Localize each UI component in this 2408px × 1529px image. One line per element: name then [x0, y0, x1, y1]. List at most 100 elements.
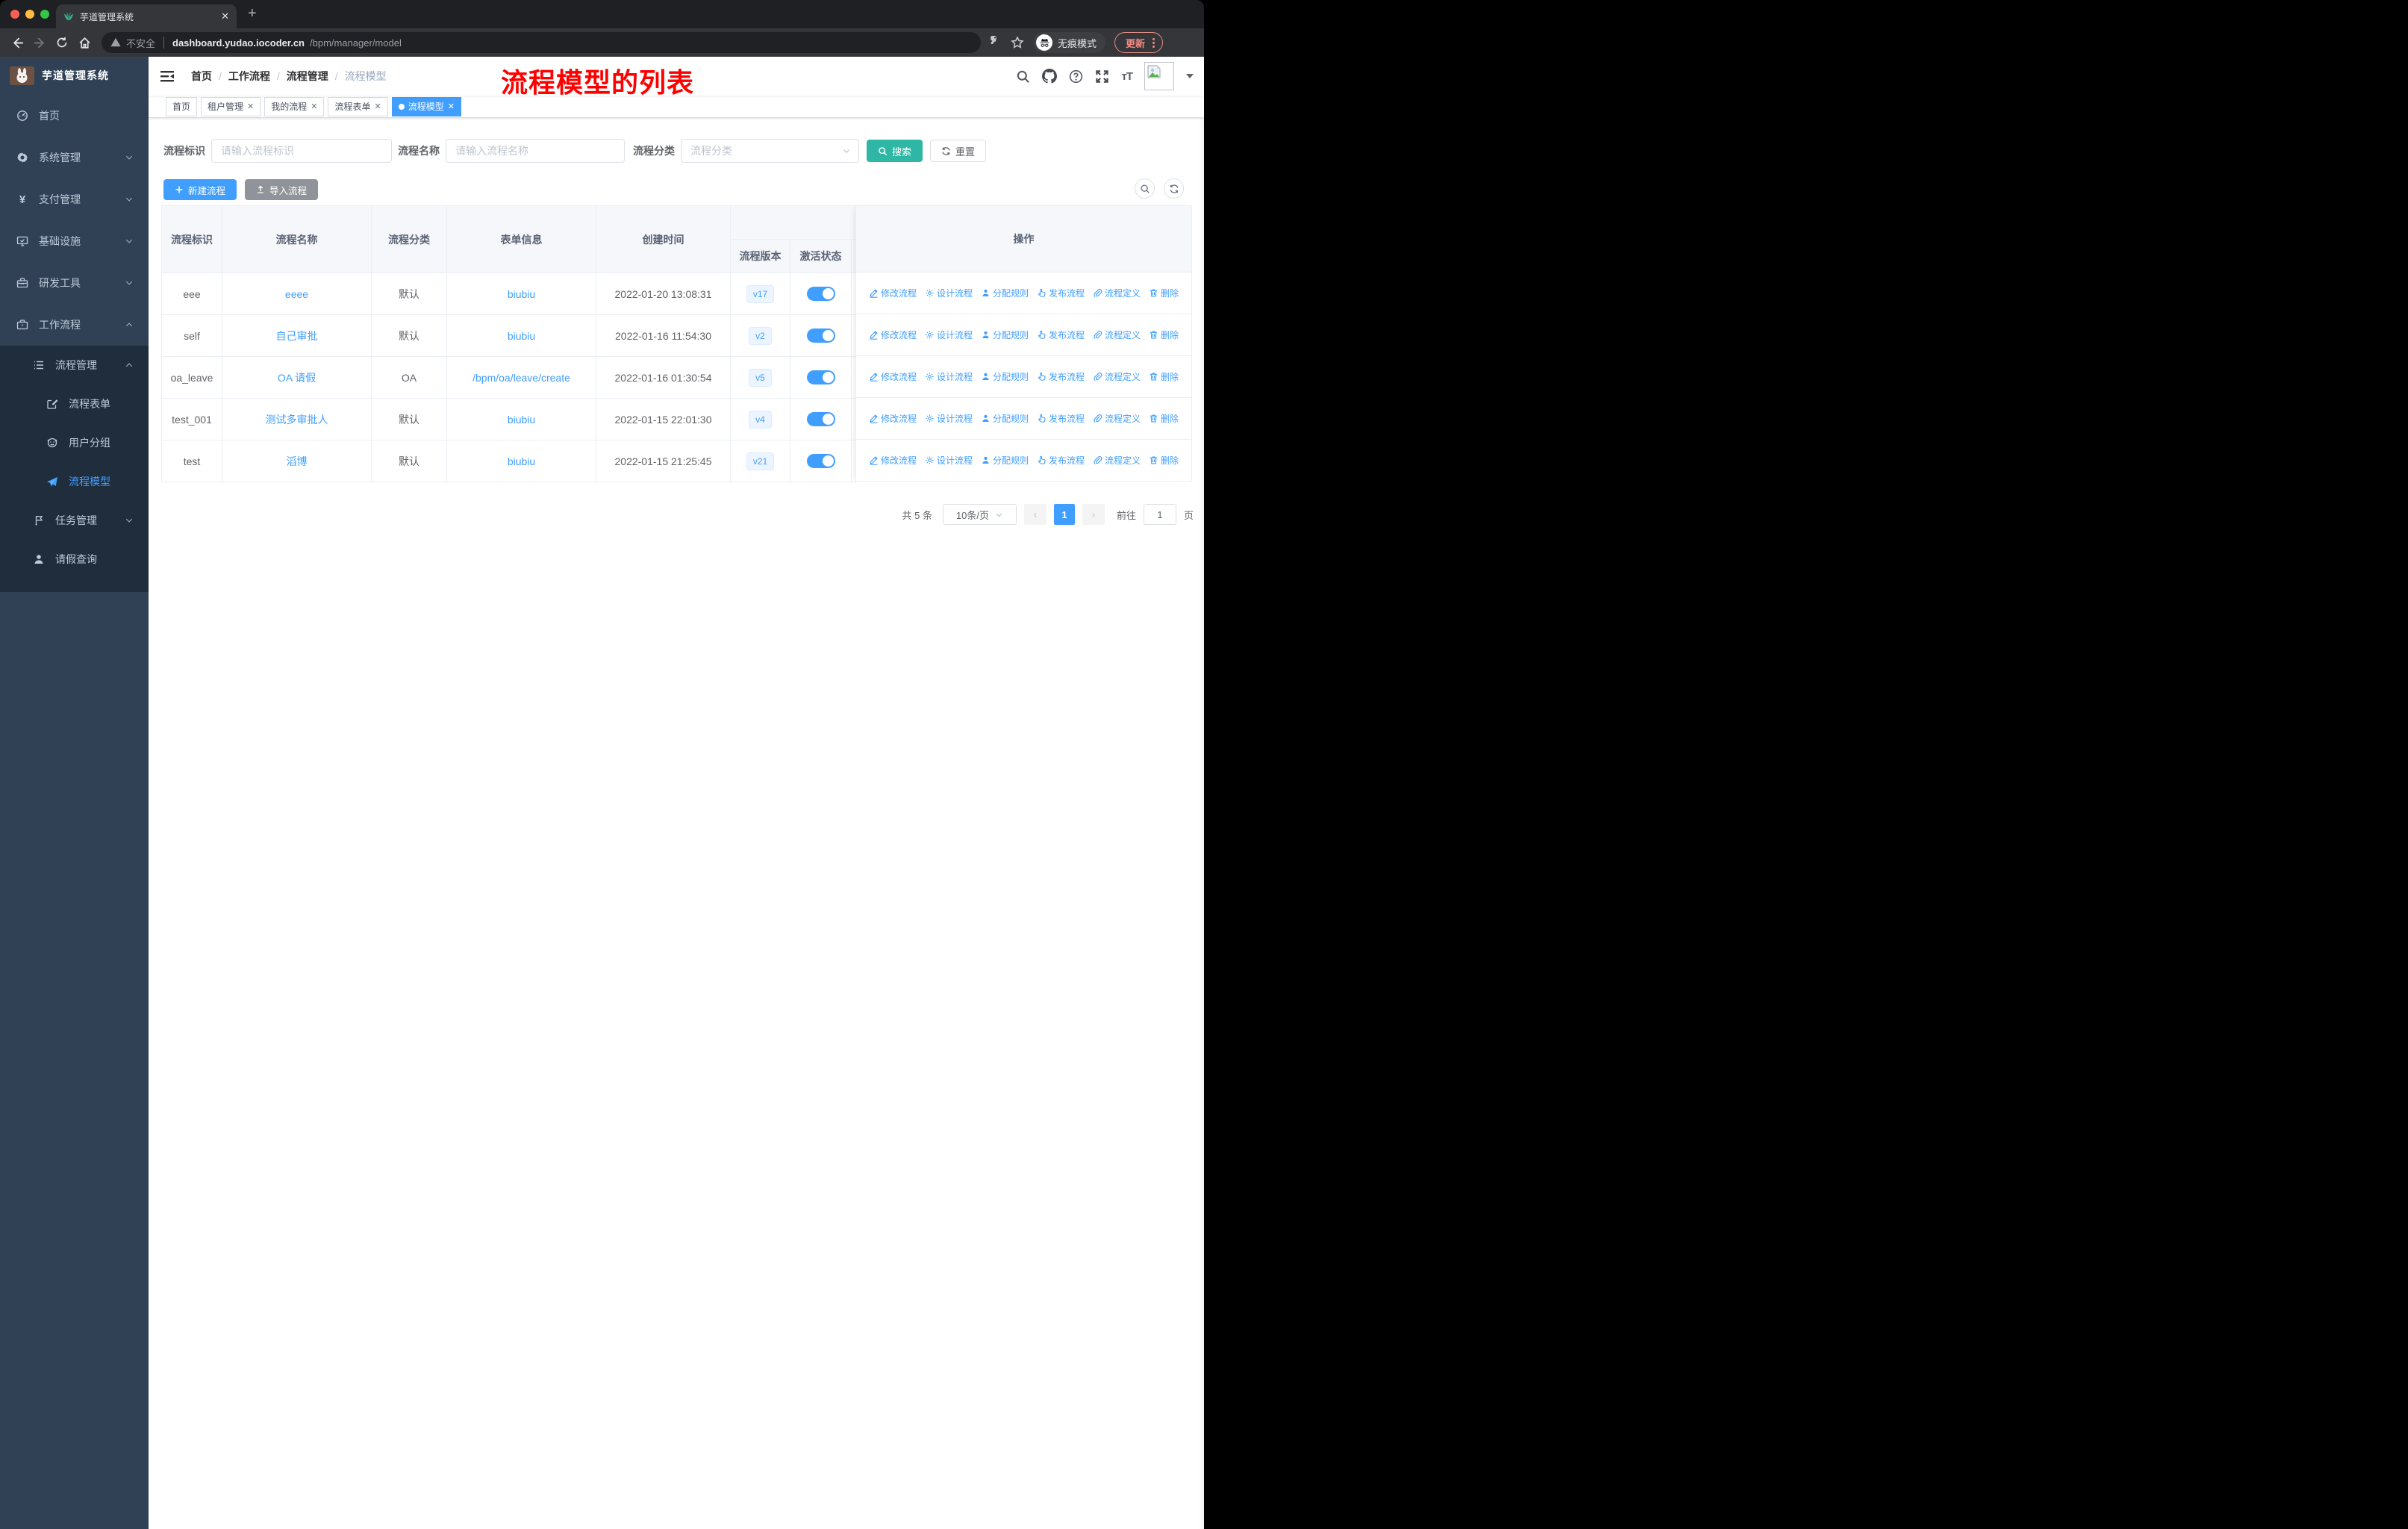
page-size-select[interactable]: 10条/页	[942, 504, 1017, 525]
security-label[interactable]: 不安全	[126, 36, 155, 50]
active-toggle[interactable]	[806, 287, 835, 301]
avatar-caret-icon[interactable]	[1186, 74, 1194, 78]
close-icon[interactable]: ✕	[247, 102, 254, 111]
action-修改流程[interactable]: 修改流程	[869, 412, 917, 425]
category-select[interactable]: 流程分类	[681, 139, 859, 163]
action-分配规则[interactable]: 分配规则	[981, 328, 1029, 341]
action-删除[interactable]: 删除	[1149, 412, 1179, 425]
github-icon[interactable]	[1042, 69, 1058, 84]
cell-process-name-link[interactable]: OA 请假	[278, 372, 316, 384]
active-toggle[interactable]	[806, 412, 835, 426]
active-toggle[interactable]	[806, 328, 835, 343]
cell-form-info-link[interactable]: biubiu	[508, 414, 535, 426]
action-设计流程[interactable]: 设计流程	[925, 412, 973, 425]
avatar[interactable]	[1144, 62, 1174, 90]
action-分配规则[interactable]: 分配规则	[981, 287, 1029, 299]
sidebar-item-用户分组[interactable]: 用户分组	[0, 423, 149, 462]
action-删除[interactable]: 删除	[1149, 328, 1179, 341]
password-key-icon[interactable]	[988, 36, 1002, 49]
search-icon[interactable]	[1016, 69, 1030, 84]
cell-form-info-link[interactable]: biubiu	[508, 288, 535, 300]
sidebar-logo[interactable]: 芋道管理系统	[0, 57, 149, 94]
process-key-input[interactable]	[211, 139, 392, 163]
cell-form-info-link[interactable]: /bpm/oa/leave/create	[472, 372, 570, 384]
action-分配规则[interactable]: 分配规则	[981, 412, 1029, 425]
forward-icon[interactable]	[30, 33, 49, 52]
sidebar-item-研发工具[interactable]: 研发工具	[0, 262, 149, 304]
action-修改流程[interactable]: 修改流程	[869, 287, 917, 299]
help-icon[interactable]	[1069, 69, 1083, 84]
cell-form-info-link[interactable]: biubiu	[508, 330, 535, 342]
search-button[interactable]: 搜索	[867, 140, 923, 162]
sidebar-item-系统管理[interactable]: 系统管理	[0, 137, 149, 178]
cell-process-name-link[interactable]: 滔博	[287, 455, 308, 467]
action-分配规则[interactable]: 分配规则	[981, 370, 1029, 383]
cell-process-name-link[interactable]: eeee	[285, 288, 308, 300]
action-流程定义[interactable]: 流程定义	[1093, 454, 1141, 467]
action-发布流程[interactable]: 发布流程	[1037, 328, 1085, 341]
address-bar[interactable]: 不安全 dashboard.yudao.iocoder.cn/bpm/manag…	[102, 32, 981, 53]
page-1-button[interactable]: 1	[1053, 504, 1075, 525]
breadcrumb-process-mgmt[interactable]: 流程管理	[287, 69, 328, 84]
cell-process-name-link[interactable]: 自己审批	[276, 330, 318, 342]
goto-page-input[interactable]	[1143, 504, 1176, 525]
close-icon[interactable]: ✕	[448, 102, 455, 111]
breadcrumb-workflow[interactable]: 工作流程	[228, 69, 270, 84]
next-page-button[interactable]: ›	[1082, 504, 1105, 525]
reload-icon[interactable]	[52, 33, 72, 52]
browser-tab[interactable]: 芋道管理系统 ✕	[56, 4, 237, 28]
tag-流程表单[interactable]: 流程表单 ✕	[328, 96, 388, 116]
sidebar-item-工作流程[interactable]: 工作流程	[0, 304, 149, 346]
action-分配规则[interactable]: 分配规则	[981, 454, 1029, 467]
sidebar-item-支付管理[interactable]: ¥ 支付管理	[0, 178, 149, 220]
tab-close-icon[interactable]: ✕	[221, 10, 229, 22]
update-button[interactable]: 更新	[1114, 32, 1164, 53]
sidebar-item-流程模型[interactable]: 流程模型	[0, 462, 149, 501]
action-发布流程[interactable]: 发布流程	[1037, 454, 1085, 467]
action-修改流程[interactable]: 修改流程	[869, 370, 917, 383]
sidebar-item-流程表单[interactable]: 流程表单	[0, 384, 149, 423]
action-流程定义[interactable]: 流程定义	[1093, 412, 1141, 425]
action-设计流程[interactable]: 设计流程	[925, 454, 973, 467]
sidebar-item-流程管理[interactable]: 流程管理	[0, 346, 149, 384]
close-window-button[interactable]	[10, 10, 19, 19]
refresh-table-button[interactable]	[1164, 178, 1184, 199]
action-流程定义[interactable]: 流程定义	[1093, 328, 1141, 341]
action-修改流程[interactable]: 修改流程	[869, 454, 917, 467]
bookmark-star-icon[interactable]	[1011, 36, 1024, 49]
window-scrollbar-track[interactable]	[1199, 118, 1204, 1529]
back-icon[interactable]	[7, 33, 27, 52]
action-设计流程[interactable]: 设计流程	[925, 328, 973, 341]
cell-process-name-link[interactable]: 测试多审批人	[266, 414, 328, 426]
prev-page-button[interactable]: ‹	[1023, 504, 1047, 525]
import-process-button[interactable]: 导入流程	[245, 179, 319, 200]
sidebar-item-请假查询[interactable]: 请假查询	[0, 540, 149, 579]
action-设计流程[interactable]: 设计流程	[925, 287, 973, 299]
action-流程定义[interactable]: 流程定义	[1093, 370, 1141, 383]
tag-我的流程[interactable]: 我的流程 ✕	[264, 96, 325, 116]
sidebar-item-任务管理[interactable]: 任务管理	[0, 501, 149, 540]
action-流程定义[interactable]: 流程定义	[1093, 287, 1141, 299]
fullscreen-icon[interactable]	[1095, 69, 1109, 84]
cell-form-info-link[interactable]: biubiu	[508, 455, 535, 467]
home-icon[interactable]	[75, 33, 94, 52]
minimize-window-button[interactable]	[25, 10, 34, 19]
action-删除[interactable]: 删除	[1149, 287, 1179, 299]
action-发布流程[interactable]: 发布流程	[1037, 370, 1085, 383]
close-icon[interactable]: ✕	[311, 102, 317, 111]
zoom-window-button[interactable]	[40, 10, 49, 19]
action-发布流程[interactable]: 发布流程	[1037, 412, 1085, 425]
hamburger-icon[interactable]	[160, 69, 175, 84]
active-toggle[interactable]	[806, 370, 835, 384]
font-size-icon[interactable]: ᴛT	[1121, 70, 1132, 83]
tag-流程模型[interactable]: 流程模型 ✕	[391, 96, 461, 116]
show-search-toggle-button[interactable]	[1135, 178, 1155, 199]
browser-menu-icon[interactable]	[1152, 37, 1155, 48]
breadcrumb-home[interactable]: 首页	[191, 69, 212, 84]
active-toggle[interactable]	[806, 454, 835, 468]
sidebar-item-首页[interactable]: 首页	[0, 95, 149, 137]
action-设计流程[interactable]: 设计流程	[925, 370, 973, 383]
tag-首页[interactable]: 首页	[166, 96, 198, 116]
close-icon[interactable]: ✕	[375, 102, 381, 111]
reset-button[interactable]: 重置	[930, 140, 987, 162]
